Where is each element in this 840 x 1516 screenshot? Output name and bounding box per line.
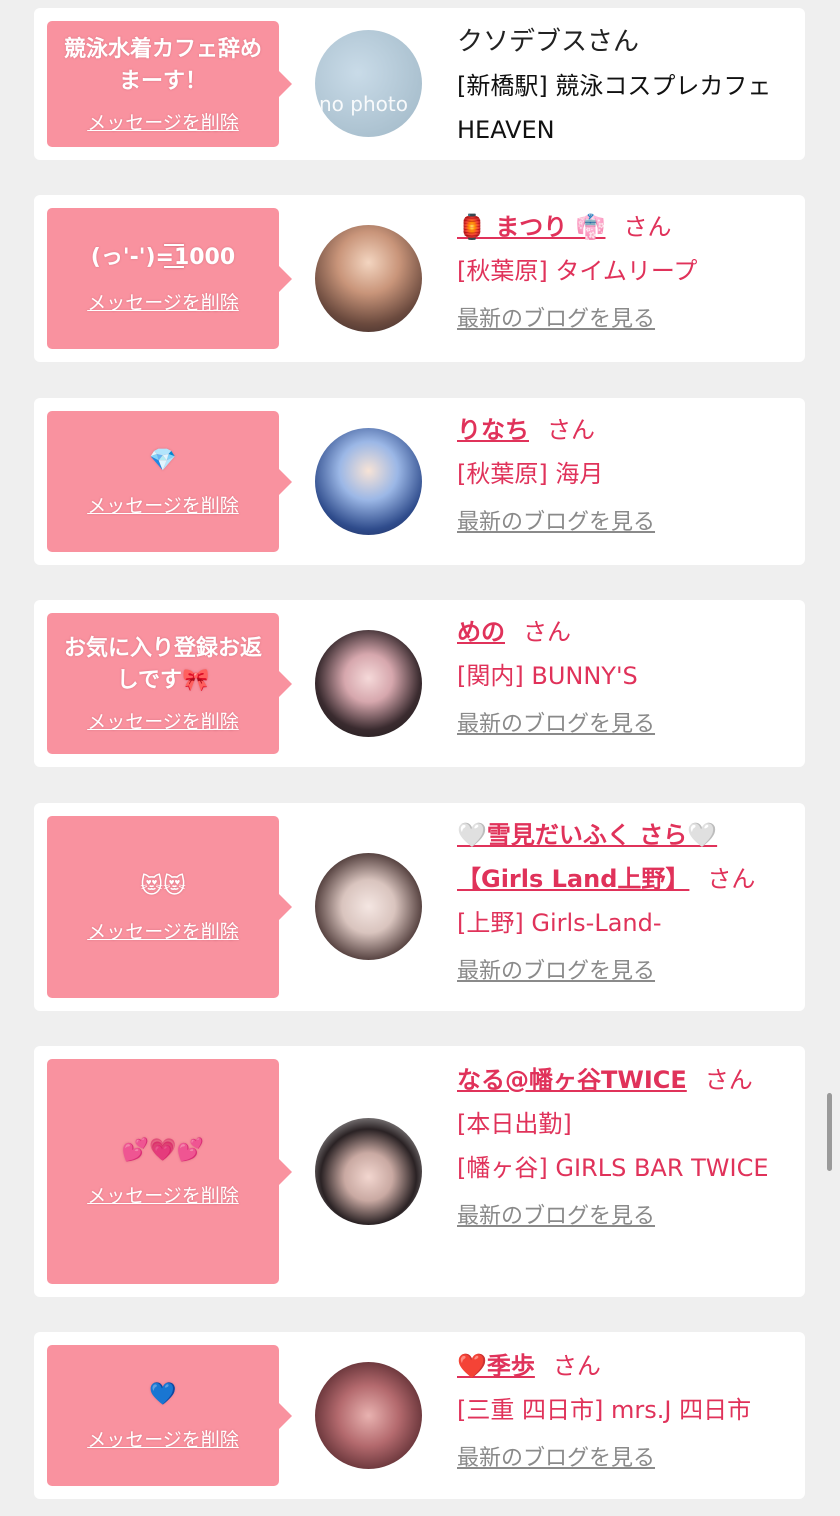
shop-name: [秋葉原] 海月	[457, 460, 604, 488]
message-text: 💎	[149, 448, 177, 473]
favorite-card: 競泳水着カフェ辞めまーす！ メッセージを削除 no photo クソデブスさん …	[34, 8, 805, 160]
delete-message-link[interactable]: メッセージを削除	[87, 1425, 239, 1452]
avatar[interactable]	[315, 630, 422, 737]
message-text: (っ'-')=͟͟͞͞1000	[90, 245, 236, 270]
shop-name: [幡ヶ谷] GIRLS BAR TWICE	[457, 1154, 769, 1182]
message-text: お気に入り登録お返しです🎀	[63, 636, 262, 693]
san-suffix: さん	[704, 1066, 753, 1094]
shop-name: [新橋駅] 競泳コスプレカフェ HEAVEN	[457, 72, 796, 144]
shop-name: [三重 四日市] mrs.J 四日市	[457, 1396, 752, 1424]
message-text: 💕💗💕	[121, 1138, 205, 1163]
message-text: 競泳水着カフェ辞めまーす！	[63, 36, 262, 94]
favorite-card: 💎 メッセージを削除 りなち さん [秋葉原] 海月 最新のブログを見る	[34, 398, 805, 565]
cast-info: めの さん [関内] BUNNY'S 最新のブログを見る	[457, 610, 797, 738]
favorite-card: 💕💗💕 メッセージを削除 なる@幡ヶ谷TWICE さん [本日出勤] [幡ヶ谷] …	[34, 1046, 805, 1297]
message-bubble: お気に入り登録お返しです🎀 メッセージを削除	[47, 613, 292, 754]
message-bubble: 💙 メッセージを削除	[47, 1345, 292, 1486]
san-suffix: さん	[623, 213, 672, 241]
cast-info: りなち さん [秋葉原] 海月 最新のブログを見る	[457, 408, 797, 536]
avatar[interactable]	[315, 225, 422, 332]
latest-blog-link[interactable]: 最新のブログを見る	[457, 504, 797, 536]
latest-blog-link[interactable]: 最新のブログを見る	[457, 301, 797, 333]
message-text: 💙	[149, 1382, 177, 1407]
favorite-card: 😻😻 メッセージを削除 🤍雪見だいふく さら🤍 【Girls Land上野】 さん…	[34, 803, 805, 1011]
favorite-card: お気に入り登録お返しです🎀 メッセージを削除 めの さん [関内] BUNNY'S…	[34, 600, 805, 767]
latest-blog-link[interactable]: 最新のブログを見る	[457, 1198, 797, 1230]
cast-name-link[interactable]: なる@幡ヶ谷TWICE	[457, 1066, 687, 1094]
delete-message-link[interactable]: メッセージを削除	[87, 491, 239, 518]
avatar[interactable]	[315, 1118, 422, 1225]
avatar[interactable]	[315, 1362, 422, 1469]
cast-name: クソデブスさん	[457, 27, 640, 57]
san-suffix: さん	[707, 865, 756, 893]
san-suffix: さん	[547, 416, 595, 444]
favorite-card: 💙 メッセージを削除 ❤️季歩 さん [三重 四日市] mrs.J 四日市 最新の…	[34, 1332, 805, 1499]
shop-name: [上野] Girls-Land-	[457, 909, 662, 937]
message-bubble: 競泳水着カフェ辞めまーす！ メッセージを削除	[47, 21, 292, 147]
san-suffix: さん	[523, 618, 571, 646]
delete-message-link[interactable]: メッセージを削除	[87, 1181, 239, 1208]
avatar[interactable]: no photo	[315, 30, 422, 137]
cast-info: クソデブスさん [新橋駅] 競泳コスプレカフェ HEAVEN	[457, 20, 797, 152]
favorite-card: (っ'-')=͟͟͞͞1000 メッセージを削除 🏮 まつり 👘 さん [秋葉原]…	[34, 195, 805, 362]
delete-message-link[interactable]: メッセージを削除	[87, 288, 239, 315]
message-bubble: 💕💗💕 メッセージを削除	[47, 1059, 292, 1284]
latest-blog-link[interactable]: 最新のブログを見る	[457, 1440, 797, 1472]
cast-name-link[interactable]: ❤️季歩	[457, 1352, 535, 1380]
cast-info: 🏮 まつり 👘 さん [秋葉原] タイムリープ 最新のブログを見る	[457, 205, 797, 333]
message-bubble: 😻😻 メッセージを削除	[47, 816, 292, 998]
latest-blog-link[interactable]: 最新のブログを見る	[457, 706, 797, 738]
cast-name-link[interactable]: りなち	[457, 416, 529, 444]
no-photo-text: no photo	[319, 92, 408, 116]
work-status: [本日出勤]	[457, 1110, 572, 1138]
san-suffix: さん	[552, 1352, 601, 1380]
delete-message-link[interactable]: メッセージを削除	[87, 108, 239, 135]
avatar[interactable]	[315, 428, 422, 535]
message-bubble: (っ'-')=͟͟͞͞1000 メッセージを削除	[47, 208, 292, 349]
latest-blog-link[interactable]: 最新のブログを見る	[457, 953, 797, 985]
message-bubble: 💎 メッセージを削除	[47, 411, 292, 552]
delete-message-link[interactable]: メッセージを削除	[87, 917, 239, 944]
cast-name-link[interactable]: 🏮 まつり 👘	[457, 213, 605, 241]
avatar[interactable]	[315, 853, 422, 960]
cast-name-link[interactable]: 🤍雪見だいふく さら🤍 【Girls Land上野】	[457, 821, 717, 893]
cast-info: 🤍雪見だいふく さら🤍 【Girls Land上野】 さん [上野] Girls-…	[457, 813, 797, 985]
delete-message-link[interactable]: メッセージを削除	[87, 707, 239, 734]
shop-name: [関内] BUNNY'S	[457, 662, 638, 690]
cast-info: ❤️季歩 さん [三重 四日市] mrs.J 四日市 最新のブログを見る	[457, 1344, 797, 1472]
scrollbar[interactable]	[827, 1093, 832, 1171]
message-text: 😻😻	[140, 873, 186, 899]
cast-name-link[interactable]: めの	[457, 618, 505, 646]
cast-info: なる@幡ヶ谷TWICE さん [本日出勤] [幡ヶ谷] GIRLS BAR TWI…	[457, 1058, 797, 1230]
shop-name: [秋葉原] タイムリープ	[457, 257, 698, 285]
